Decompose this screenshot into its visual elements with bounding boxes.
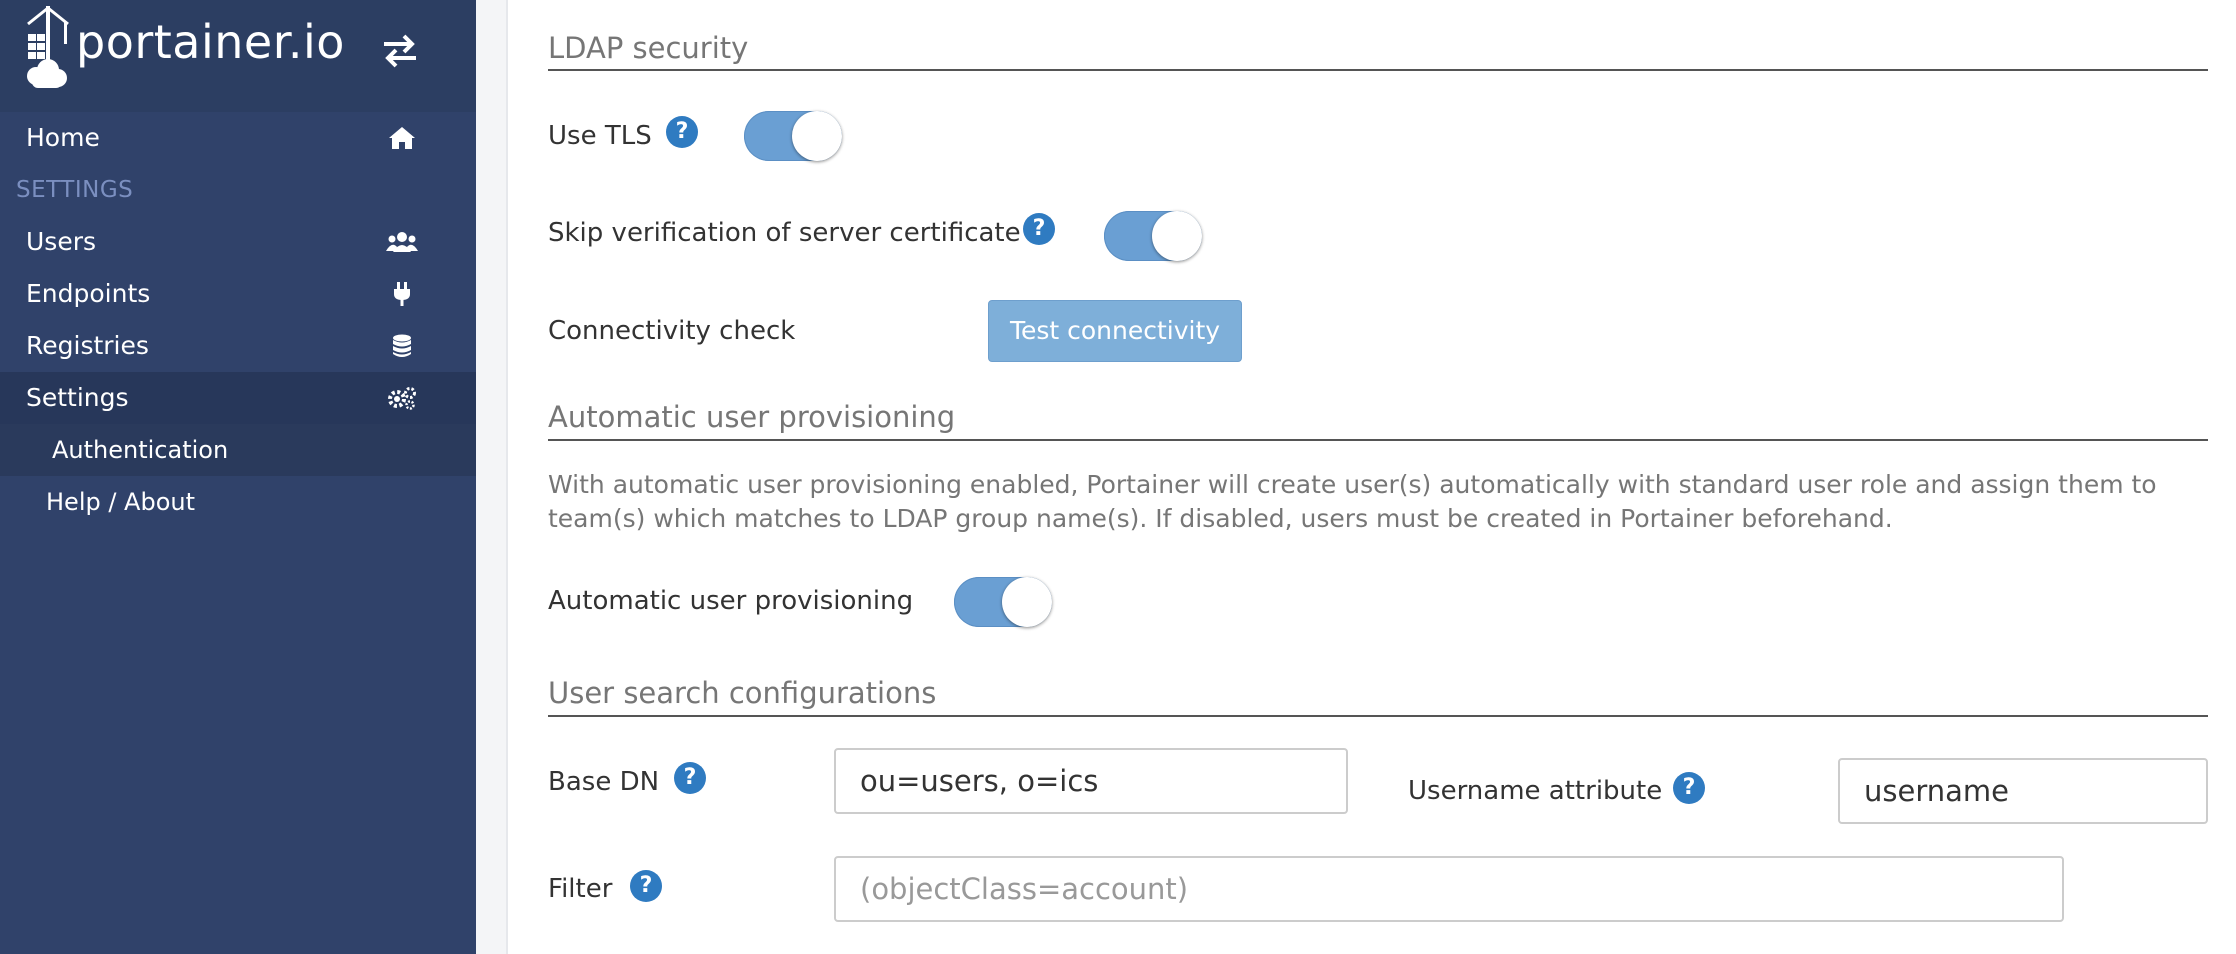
skip-verification-toggle[interactable] — [1104, 211, 1202, 261]
filter-label: Filter — [548, 874, 613, 904]
sidebar-item-label: Registries — [26, 331, 149, 360]
provisioning-title: Automatic user provisioning — [548, 400, 956, 434]
ldap-security-title: LDAP security — [548, 31, 749, 65]
help-icon[interactable]: ? — [666, 116, 698, 148]
username-attribute-input[interactable] — [1838, 758, 2208, 824]
section-divider — [548, 69, 2208, 71]
help-icon[interactable]: ? — [1673, 772, 1705, 804]
filter-input[interactable] — [834, 856, 2064, 922]
plug-icon — [394, 282, 410, 306]
sidebar-item-label: Endpoints — [26, 279, 151, 308]
sidebar-item-endpoints[interactable]: Endpoints — [0, 268, 476, 320]
provisioning-description: With automatic user provisioning enabled… — [548, 470, 2157, 533]
user-search-title: User search configurations — [548, 676, 937, 710]
help-icon[interactable]: ? — [1023, 213, 1055, 245]
use-tls-label: Use TLS — [548, 121, 652, 151]
section-divider — [548, 715, 2208, 717]
toggle-knob — [1152, 211, 1202, 261]
base-dn-label: Base DN — [548, 767, 660, 797]
sidebar-item-settings[interactable]: Settings — [0, 372, 476, 424]
brand-logo-text[interactable]: portainer.io — [76, 14, 345, 70]
auto-provisioning-toggle[interactable] — [954, 577, 1052, 627]
database-icon — [393, 334, 411, 357]
users-icon — [386, 232, 418, 252]
help-icon[interactable]: ? — [674, 762, 706, 794]
username-attribute-label: Username attribute — [1408, 776, 1663, 806]
base-dn-input[interactable] — [834, 748, 1348, 814]
toggle-knob — [1002, 577, 1052, 627]
sidebar-item-label: Home — [26, 123, 100, 152]
sidebar: portainer.io Home SETTINGS Users Endpoin… — [0, 0, 476, 954]
sidebar-toggle-icon[interactable] — [380, 30, 420, 70]
sidebar-item-home[interactable]: Home — [0, 112, 476, 164]
content-border — [506, 0, 508, 954]
sidebar-item-label: Settings — [26, 383, 129, 412]
skip-verification-label: Skip verification of server certificate — [548, 218, 1021, 248]
section-divider — [548, 439, 2208, 441]
sidebar-gutter — [476, 0, 506, 954]
sidebar-subitem-authentication[interactable]: Authentication — [52, 424, 228, 476]
help-icon[interactable]: ? — [630, 870, 662, 902]
sidebar-item-help-about[interactable]: Help / About — [46, 476, 195, 528]
sidebar-item-label: Users — [26, 227, 97, 256]
toggle-knob — [792, 111, 842, 161]
sidebar-item-registries[interactable]: Registries — [0, 320, 476, 372]
auto-provisioning-label: Automatic user provisioning — [548, 586, 914, 616]
sidebar-section-heading: SETTINGS — [16, 177, 134, 203]
connectivity-check-label: Connectivity check — [548, 316, 796, 346]
home-icon — [389, 127, 415, 149]
test-connectivity-button[interactable]: Test connectivity — [988, 300, 1242, 362]
brand-header: portainer.io — [0, 0, 476, 112]
portainer-logo-icon[interactable] — [24, 4, 74, 90]
cogs-icon — [388, 387, 416, 410]
sidebar-item-users[interactable]: Users — [0, 216, 476, 268]
use-tls-toggle[interactable] — [744, 111, 842, 161]
